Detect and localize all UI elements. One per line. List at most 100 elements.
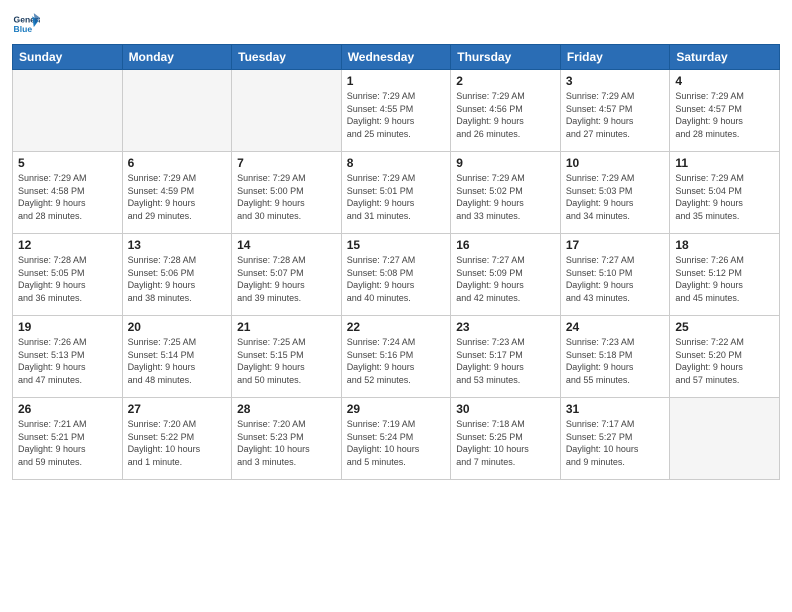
weekday-header-tuesday: Tuesday: [232, 45, 342, 70]
calendar-day-31: 31Sunrise: 7:17 AM Sunset: 5:27 PM Dayli…: [560, 398, 670, 480]
day-info: Sunrise: 7:17 AM Sunset: 5:27 PM Dayligh…: [566, 418, 665, 468]
day-info: Sunrise: 7:29 AM Sunset: 4:59 PM Dayligh…: [128, 172, 227, 222]
day-number: 23: [456, 320, 555, 334]
day-info: Sunrise: 7:29 AM Sunset: 5:04 PM Dayligh…: [675, 172, 774, 222]
calendar-day-5: 5 Sunrise: 7:29 AM Sunset: 4:58 PM Daylig…: [13, 152, 123, 234]
day-info: Sunrise: 7:20 AM Sunset: 5:22 PM Dayligh…: [128, 418, 227, 468]
calendar-week-1: 1 Sunrise: 7:29 AM Sunset: 4:55 PM Daylig…: [13, 70, 780, 152]
calendar-day-18: 18 Sunrise: 7:26 AM Sunset: 5:12 PM Dayli…: [670, 234, 780, 316]
day-number: 11: [675, 156, 774, 170]
calendar-day-4: 4 Sunrise: 7:29 AM Sunset: 4:57 PM Daylig…: [670, 70, 780, 152]
day-info: Sunrise: 7:22 AM Sunset: 5:20 PM Dayligh…: [675, 336, 774, 386]
calendar-day-30: 30Sunrise: 7:18 AM Sunset: 5:25 PM Dayli…: [451, 398, 561, 480]
day-info: Sunrise: 7:29 AM Sunset: 5:02 PM Dayligh…: [456, 172, 555, 222]
calendar-week-4: 19 Sunrise: 7:26 AM Sunset: 5:13 PM Dayli…: [13, 316, 780, 398]
day-info: Sunrise: 7:23 AM Sunset: 5:18 PM Dayligh…: [566, 336, 665, 386]
weekday-header-monday: Monday: [122, 45, 232, 70]
calendar-day-22: 22 Sunrise: 7:24 AM Sunset: 5:16 PM Dayli…: [341, 316, 451, 398]
calendar-day-9: 9 Sunrise: 7:29 AM Sunset: 5:02 PM Daylig…: [451, 152, 561, 234]
day-info: Sunrise: 7:26 AM Sunset: 5:13 PM Dayligh…: [18, 336, 117, 386]
day-info: Sunrise: 7:27 AM Sunset: 5:09 PM Dayligh…: [456, 254, 555, 304]
day-info: Sunrise: 7:21 AM Sunset: 5:21 PM Dayligh…: [18, 418, 117, 468]
day-number: 24: [566, 320, 665, 334]
calendar-day-2: 2 Sunrise: 7:29 AM Sunset: 4:56 PM Daylig…: [451, 70, 561, 152]
calendar-day-10: 10 Sunrise: 7:29 AM Sunset: 5:03 PM Dayli…: [560, 152, 670, 234]
day-number: 3: [566, 74, 665, 88]
day-number: 12: [18, 238, 117, 252]
calendar-day-29: 29Sunrise: 7:19 AM Sunset: 5:24 PM Dayli…: [341, 398, 451, 480]
day-info: Sunrise: 7:29 AM Sunset: 4:58 PM Dayligh…: [18, 172, 117, 222]
weekday-header-saturday: Saturday: [670, 45, 780, 70]
calendar-day-17: 17Sunrise: 7:27 AM Sunset: 5:10 PM Dayli…: [560, 234, 670, 316]
calendar-week-5: 26Sunrise: 7:21 AM Sunset: 5:21 PM Dayli…: [13, 398, 780, 480]
day-info: Sunrise: 7:24 AM Sunset: 5:16 PM Dayligh…: [347, 336, 446, 386]
day-number: 15: [347, 238, 446, 252]
day-info: Sunrise: 7:23 AM Sunset: 5:17 PM Dayligh…: [456, 336, 555, 386]
day-number: 5: [18, 156, 117, 170]
day-number: 21: [237, 320, 336, 334]
day-number: 28: [237, 402, 336, 416]
calendar-day-11: 11 Sunrise: 7:29 AM Sunset: 5:04 PM Dayli…: [670, 152, 780, 234]
calendar-day-24: 24 Sunrise: 7:23 AM Sunset: 5:18 PM Dayli…: [560, 316, 670, 398]
day-number: 4: [675, 74, 774, 88]
day-info: Sunrise: 7:28 AM Sunset: 5:07 PM Dayligh…: [237, 254, 336, 304]
day-number: 30: [456, 402, 555, 416]
calendar-day-26: 26Sunrise: 7:21 AM Sunset: 5:21 PM Dayli…: [13, 398, 123, 480]
calendar-day-19: 19 Sunrise: 7:26 AM Sunset: 5:13 PM Dayli…: [13, 316, 123, 398]
day-number: 2: [456, 74, 555, 88]
calendar-day-3: 3Sunrise: 7:29 AM Sunset: 4:57 PM Daylig…: [560, 70, 670, 152]
day-number: 16: [456, 238, 555, 252]
calendar-day-6: 6Sunrise: 7:29 AM Sunset: 4:59 PM Daylig…: [122, 152, 232, 234]
weekday-header-wednesday: Wednesday: [341, 45, 451, 70]
day-number: 13: [128, 238, 227, 252]
day-info: Sunrise: 7:29 AM Sunset: 4:55 PM Dayligh…: [347, 90, 446, 140]
calendar: SundayMondayTuesdayWednesdayThursdayFrid…: [12, 44, 780, 480]
calendar-day-empty: [232, 70, 342, 152]
calendar-day-13: 13 Sunrise: 7:28 AM Sunset: 5:06 PM Dayli…: [122, 234, 232, 316]
calendar-day-15: 15 Sunrise: 7:27 AM Sunset: 5:08 PM Dayli…: [341, 234, 451, 316]
logo: General Blue: [12, 10, 44, 38]
day-number: 27: [128, 402, 227, 416]
day-info: Sunrise: 7:29 AM Sunset: 4:57 PM Dayligh…: [675, 90, 774, 140]
day-number: 17: [566, 238, 665, 252]
weekday-header-sunday: Sunday: [13, 45, 123, 70]
day-info: Sunrise: 7:29 AM Sunset: 5:03 PM Dayligh…: [566, 172, 665, 222]
weekday-header-row: SundayMondayTuesdayWednesdayThursdayFrid…: [13, 45, 780, 70]
svg-text:Blue: Blue: [14, 24, 33, 34]
day-number: 19: [18, 320, 117, 334]
calendar-day-20: 20Sunrise: 7:25 AM Sunset: 5:14 PM Dayli…: [122, 316, 232, 398]
weekday-header-friday: Friday: [560, 45, 670, 70]
logo-icon: General Blue: [12, 10, 40, 38]
day-info: Sunrise: 7:28 AM Sunset: 5:06 PM Dayligh…: [128, 254, 227, 304]
day-number: 9: [456, 156, 555, 170]
calendar-day-empty: [122, 70, 232, 152]
day-info: Sunrise: 7:27 AM Sunset: 5:08 PM Dayligh…: [347, 254, 446, 304]
weekday-header-thursday: Thursday: [451, 45, 561, 70]
day-info: Sunrise: 7:20 AM Sunset: 5:23 PM Dayligh…: [237, 418, 336, 468]
day-number: 8: [347, 156, 446, 170]
day-number: 7: [237, 156, 336, 170]
day-number: 25: [675, 320, 774, 334]
day-number: 10: [566, 156, 665, 170]
calendar-day-8: 8Sunrise: 7:29 AM Sunset: 5:01 PM Daylig…: [341, 152, 451, 234]
day-info: Sunrise: 7:25 AM Sunset: 5:15 PM Dayligh…: [237, 336, 336, 386]
day-info: Sunrise: 7:26 AM Sunset: 5:12 PM Dayligh…: [675, 254, 774, 304]
calendar-day-empty: [13, 70, 123, 152]
calendar-day-25: 25 Sunrise: 7:22 AM Sunset: 5:20 PM Dayli…: [670, 316, 780, 398]
calendar-day-27: 27 Sunrise: 7:20 AM Sunset: 5:22 PM Dayli…: [122, 398, 232, 480]
calendar-day-7: 7Sunrise: 7:29 AM Sunset: 5:00 PM Daylig…: [232, 152, 342, 234]
calendar-day-28: 28 Sunrise: 7:20 AM Sunset: 5:23 PM Dayli…: [232, 398, 342, 480]
day-number: 18: [675, 238, 774, 252]
day-info: Sunrise: 7:28 AM Sunset: 5:05 PM Dayligh…: [18, 254, 117, 304]
calendar-day-14: 14 Sunrise: 7:28 AM Sunset: 5:07 PM Dayli…: [232, 234, 342, 316]
calendar-week-2: 5 Sunrise: 7:29 AM Sunset: 4:58 PM Daylig…: [13, 152, 780, 234]
day-number: 1: [347, 74, 446, 88]
calendar-day-empty: [670, 398, 780, 480]
calendar-day-1: 1 Sunrise: 7:29 AM Sunset: 4:55 PM Daylig…: [341, 70, 451, 152]
calendar-day-12: 12 Sunrise: 7:28 AM Sunset: 5:05 PM Dayli…: [13, 234, 123, 316]
day-number: 22: [347, 320, 446, 334]
calendar-week-3: 12 Sunrise: 7:28 AM Sunset: 5:05 PM Dayli…: [13, 234, 780, 316]
day-number: 14: [237, 238, 336, 252]
day-info: Sunrise: 7:29 AM Sunset: 4:56 PM Dayligh…: [456, 90, 555, 140]
calendar-body: 1 Sunrise: 7:29 AM Sunset: 4:55 PM Daylig…: [13, 70, 780, 480]
